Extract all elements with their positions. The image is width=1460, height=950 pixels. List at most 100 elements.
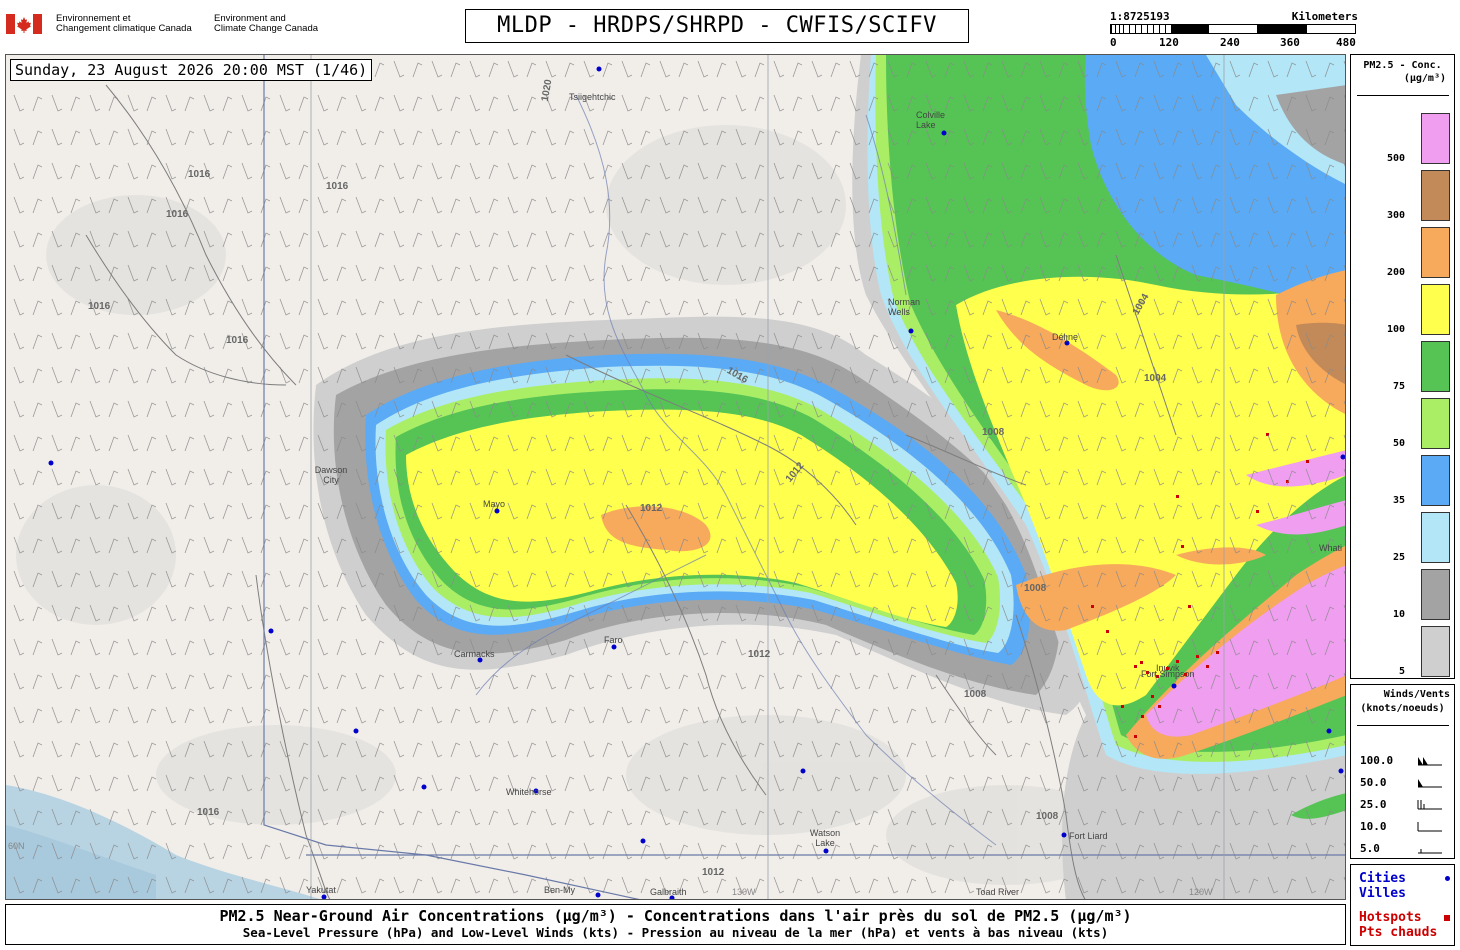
pm25-legend-swatch	[1421, 341, 1450, 392]
place-label: Whati	[1319, 543, 1343, 553]
caption-line-2: Sea-Level Pressure (hPa) and Low-Level W…	[242, 925, 1109, 940]
pm25-legend-swatch	[1421, 227, 1450, 278]
isobar-label: 1016	[188, 169, 211, 180]
place-label: Dawson City	[314, 465, 348, 485]
pm25-legend: PM2.5 - Conc. (μg/m³) 500 300 200 100 75 50 35…	[1350, 54, 1455, 679]
isobar-label: 1016	[197, 807, 220, 818]
wind-barb-50-icon	[1418, 779, 1442, 788]
wind-legend-row: 50.0	[1360, 775, 1450, 791]
wind-legend-row: 5.0	[1360, 841, 1450, 857]
place-label: Inuvik	[1156, 663, 1180, 673]
wind-legend-row: 100.0	[1360, 753, 1450, 769]
wind-legend-row: 25.0	[1360, 797, 1450, 813]
cities-label-en: Cities	[1359, 871, 1406, 886]
wind-legend-title-line1: Winds/Vents	[1383, 689, 1450, 700]
pm25-legend-label: 500	[1386, 153, 1405, 164]
hotspots-label-en: Hotspots	[1359, 910, 1422, 925]
scale-tick: 120	[1159, 36, 1179, 49]
isobar-label: 1004	[1144, 373, 1167, 384]
isobar-label: 1008	[1036, 811, 1059, 822]
scale-bar-block: 1:8725193 Kilometers 0 120 240 360 480	[1110, 10, 1358, 50]
wind-barb-field	[6, 55, 1345, 899]
place-label: Ben-My	[544, 885, 576, 895]
wind-legend-row: 10.0	[1360, 819, 1450, 835]
pm25-legend-label: 10	[1392, 609, 1405, 620]
pm25-legend-label: 5	[1398, 666, 1405, 677]
isobar-label: 1016	[226, 335, 249, 346]
map-timestamp: Sunday, 23 August 2026 20:00 MST (1/46)	[10, 59, 373, 81]
scale-tick: 0	[1110, 36, 1117, 49]
wind-speed-label: 5.0	[1360, 842, 1380, 855]
pm25-legend-label: 75	[1392, 381, 1405, 392]
government-logo-block: Environnement et Changement climatique C…	[6, 10, 346, 40]
pm25-legend-swatch	[1421, 626, 1450, 677]
cities-legend-label: Cities Villes	[1359, 871, 1406, 901]
gov-en-line2: Climate Change Canada	[214, 23, 319, 34]
wind-barb-25-icon	[1417, 800, 1442, 810]
pm25-legend-swatch	[1421, 398, 1450, 449]
scale-units: Kilometers	[1291, 10, 1358, 23]
scale-tick: 480	[1336, 36, 1356, 49]
scale-tick: 360	[1280, 36, 1300, 49]
pm25-legend-swatch	[1421, 569, 1450, 620]
map-panel[interactable]: Sunday, 23 August 2026 20:00 MST (1/46) …	[5, 54, 1346, 900]
canada-flag-icon	[6, 14, 42, 34]
isobar-label: 1012	[748, 649, 771, 660]
wind-legend-units: (knots/noeuds)	[1360, 703, 1445, 714]
meridian-label: 120W	[1189, 887, 1213, 897]
isobar-label: 1012	[640, 503, 663, 514]
map-canvas[interactable]	[6, 55, 1346, 900]
pm25-legend-swatch	[1421, 512, 1450, 563]
wind-speed-label: 25.0	[1360, 798, 1387, 811]
hotspots-label-fr: Pts chauds	[1359, 925, 1438, 940]
scale-bar	[1110, 24, 1356, 34]
pm25-legend-swatch	[1421, 284, 1450, 335]
isobar-label: 1016	[88, 301, 111, 312]
pm25-legend-label: 35	[1392, 495, 1405, 506]
gov-name-fr: Environnement et Changement climatique C…	[56, 14, 216, 34]
legend-divider	[1357, 95, 1449, 96]
isobar-label: 1008	[1024, 583, 1047, 594]
place-label: Galbraith	[650, 887, 687, 897]
gov-name-en: Environment and Climate Change Canada	[214, 14, 354, 34]
isobar-label: 1008	[964, 689, 987, 700]
place-label: Whitehorse	[506, 787, 552, 797]
scale-tick-labels: 0 120 240 360 480	[1110, 36, 1358, 49]
pm25-legend-label: 200	[1386, 267, 1405, 278]
meridian-label: 130W	[732, 887, 756, 897]
wind-barb-10-icon	[1417, 822, 1442, 832]
wind-speed-label: 10.0	[1360, 820, 1387, 833]
pm25-legend-title-line1: PM2.5 - Conc.	[1363, 60, 1442, 71]
pm25-legend-swatch	[1421, 455, 1450, 506]
legend-divider	[1357, 725, 1449, 726]
map-caption: PM2.5 Near-Ground Air Concentrations (μg…	[5, 904, 1346, 945]
pm25-legend-swatch	[1421, 170, 1450, 221]
cities-label-fr: Villes	[1359, 886, 1406, 901]
place-label: Yakutat	[306, 885, 336, 895]
place-label: Fort Liard	[1069, 831, 1108, 841]
wind-barb-100-icon	[1418, 757, 1442, 766]
place-label: Toad River	[976, 887, 1020, 897]
scale-tick: 240	[1220, 36, 1240, 49]
points-legend: Cities Villes Hotspots Pts chauds	[1350, 864, 1455, 946]
place-label: Watson Lake	[809, 828, 841, 848]
pm25-legend-swatch	[1421, 113, 1450, 164]
isobar-label: 1012	[702, 867, 725, 878]
isobar-label: 1016	[166, 209, 189, 220]
place-label: Mayo	[483, 499, 506, 509]
pm25-legend-title: PM2.5 - Conc. (μg/m³)	[1351, 59, 1454, 85]
pm25-legend-label: 25	[1392, 552, 1405, 563]
parallel-label: 60N	[8, 841, 25, 851]
city-marker-icon	[1445, 876, 1450, 881]
place-label: Faro	[604, 635, 623, 645]
place-label: Carmacks	[454, 649, 495, 659]
pm25-legend-label: 300	[1386, 210, 1405, 221]
pm25-legend-label: 100	[1386, 324, 1405, 335]
wind-barb-5-icon	[1418, 849, 1442, 854]
wind-speed-label: 50.0	[1360, 776, 1387, 789]
place-label: Norman Wells	[888, 297, 921, 317]
gov-fr-line2: Changement climatique Canada	[56, 23, 192, 34]
pm25-legend-label: 50	[1392, 438, 1405, 449]
place-label: Tsiigehtchic	[569, 92, 616, 102]
hotspots-legend-label: Hotspots Pts chauds	[1359, 910, 1437, 940]
